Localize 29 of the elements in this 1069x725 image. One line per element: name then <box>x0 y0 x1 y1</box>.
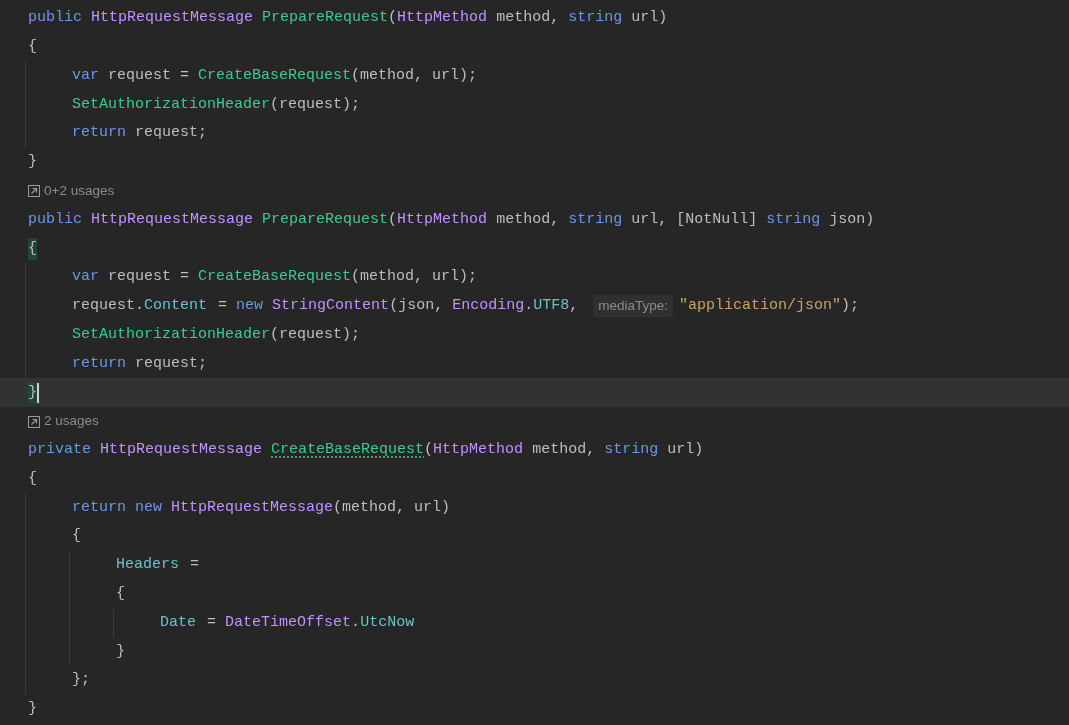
code-text: return request; <box>71 123 208 144</box>
code-text: { <box>28 468 37 489</box>
code-text: Headers = <box>115 555 200 576</box>
code-text: { <box>115 584 126 605</box>
arrow-box-icon <box>28 185 40 198</box>
code-text: } <box>28 152 37 173</box>
code-text: private HttpRequestMessage CreateBaseRequest(HttpMethod method, string url) <box>28 440 704 461</box>
code-text: public HttpRequestMessage PrepareRequest(HttpMethod method, string url) <box>28 8 668 29</box>
arrow-box-icon <box>28 415 40 428</box>
code-text: } <box>28 699 37 720</box>
code-text: request.Content = new StringContent(json, Encoding.UTF8, <box>71 296 580 317</box>
code-text: { <box>28 36 37 57</box>
code-text: return request; <box>71 353 208 374</box>
code-text: "application/json"); <box>679 296 860 317</box>
parameter-hint: mediaType: <box>593 295 673 318</box>
code-text: }; <box>71 670 91 691</box>
code-text: var request = CreateBaseRequest(method, url); <box>71 65 478 86</box>
usages-link[interactable]: 2 usages <box>44 411 99 432</box>
code-text: SetAuthorizationHeader(request); <box>71 94 361 115</box>
code-text: return new HttpRequestMessage(method, url) <box>71 497 451 518</box>
usages-link[interactable]: 0+2 usages <box>44 181 115 202</box>
code-text: var request = CreateBaseRequest(method, url); <box>71 267 478 288</box>
code-text: } <box>115 641 126 662</box>
code-text: public HttpRequestMessage PrepareRequest(HttpMethod method, string url, [NotNull] string json) <box>28 209 875 230</box>
code-text: { <box>71 526 82 547</box>
matched-brace: } <box>28 381 37 404</box>
code-text: SetAuthorizationHeader(request); <box>71 324 361 345</box>
matched-brace: { <box>28 237 37 260</box>
code-text: Date = DateTimeOffset.UtcNow <box>159 612 415 633</box>
